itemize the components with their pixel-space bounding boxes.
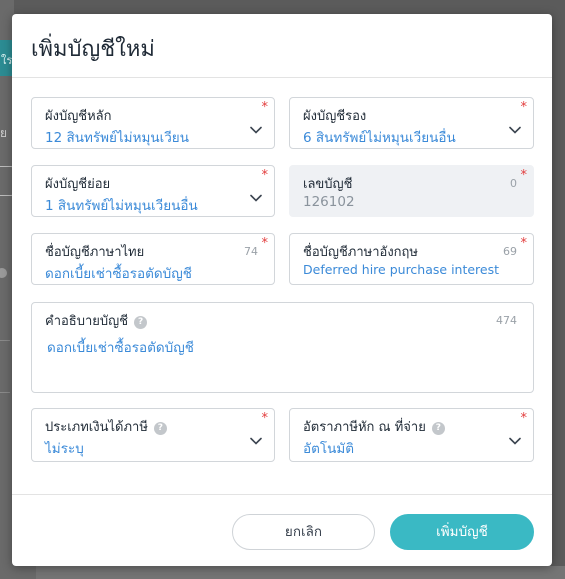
character-counter: 74 [244,245,258,258]
help-icon[interactable]: ? [431,422,445,435]
required-marker: * [520,100,528,115]
background-divider [0,340,10,341]
account-number-value: 126102 [303,194,355,210]
required-marker: * [261,168,269,183]
required-marker: * [520,411,528,426]
required-marker: * [261,411,269,426]
dialog-header: เพิ่มบัญชีใหม่ [12,14,552,78]
character-counter: 69 [503,245,517,258]
background-label: ย [0,126,8,140]
thai-name-label: ชื่อบัญชีภาษาไทย [45,245,145,260]
income-type-value: ไม่ระบุ [45,441,84,457]
required-marker: * [261,236,269,251]
english-name-value: Deferred hire purchase interest [303,262,500,277]
description-value: ดอกเบี้ยเช่าซื้อรอตัดบัญชี [47,340,194,356]
description-label: คำอธิบายบัญชี [45,314,129,329]
background-footer-panel [36,566,565,579]
income-type-label-row: ประเภทเงินได้ภาษี? [45,416,167,437]
add-account-dialog: เพิ่มบัญชีใหม่ ผังบัญชีหลัก * 12 สินทรัพ… [12,14,552,566]
dialog-footer: ยกเลิก เพิ่มบัญชี [12,495,552,567]
account-number-field: เลขบัญชี 0 * 126102 [289,165,534,217]
chevron-down-icon [250,435,262,447]
thai-name-value: ดอกเบี้ยเช่าซื้อรอตัดบัญชี [45,266,192,282]
chevron-down-icon [509,435,521,447]
minor-chart-label: ผังบัญชีย่อย [45,177,111,192]
help-icon[interactable]: ? [153,422,167,435]
required-marker: * [520,168,528,183]
minor-chart-select[interactable]: ผังบัญชีย่อย * 1 สินทรัพย์ไม่หมุนเวียนอื… [31,165,275,217]
withholding-rate-label-row: อัตราภาษีหัก ณ ที่จ่าย? [303,416,445,437]
withholding-rate-label: อัตราภาษีหัก ณ ที่จ่าย [303,420,426,435]
income-type-label: ประเภทเงินได้ภาษี [45,420,148,435]
required-marker: * [520,236,528,251]
description-textarea[interactable]: คำอธิบายบัญชี? 474 ดอกเบี้ยเช่าซื้อรอตัด… [31,302,534,393]
main-chart-select[interactable]: ผังบัญชีหลัก * 12 สินทรัพย์ไม่หมุนเวียน [31,97,275,149]
background-divider [0,392,10,393]
income-type-select[interactable]: ประเภทเงินได้ภาษี? * ไม่ระบุ [31,408,275,462]
main-chart-label: ผังบัญชีหลัก [45,109,112,124]
chevron-down-icon [250,192,262,204]
cancel-button[interactable]: ยกเลิก [232,514,375,550]
chevron-down-icon [509,124,521,136]
english-name-input[interactable]: ชื่อบัญชีภาษาอังกฤษ 69 * Deferred hire p… [289,233,534,285]
dialog-body: ผังบัญชีหลัก * 12 สินทรัพย์ไม่หมุนเวียน … [12,78,552,495]
help-icon[interactable]: ? [134,316,148,329]
character-counter: 474 [496,314,517,327]
main-chart-value: 12 สินทรัพย์ไม่หมุนเวียน [45,130,189,146]
sub-chart-label: ผังบัญชีรอง [303,109,367,124]
sub-chart-select[interactable]: ผังบัญชีรอง * 6 สินทรัพย์ไม่หมุนเวียนอื่… [289,97,534,149]
account-number-label: เลขบัญชี [303,177,353,192]
thai-name-input[interactable]: ชื่อบัญชีภาษาไทย 74 * ดอกเบี้ยเช่าซื้อรอ… [31,233,275,285]
description-label-row: คำอธิบายบัญชี? [45,310,148,331]
sub-chart-value: 6 สินทรัพย์ไม่หมุนเวียนอื่น [303,130,456,146]
dialog-title: เพิ่มบัญชีใหม่ [31,37,155,62]
minor-chart-value: 1 สินทรัพย์ไม่หมุนเวียนอื่น [45,198,198,214]
withholding-rate-select[interactable]: อัตราภาษีหัก ณ ที่จ่าย? * อัตโนมัติ [289,408,534,462]
english-name-label: ชื่อบัญชีภาษาอังกฤษ [303,245,418,260]
required-marker: * [261,100,269,115]
character-counter: 0 [510,177,517,190]
add-account-button[interactable]: เพิ่มบัญชี [390,514,534,550]
chevron-down-icon [250,124,262,136]
withholding-rate-value: อัตโนมัติ [303,441,355,457]
